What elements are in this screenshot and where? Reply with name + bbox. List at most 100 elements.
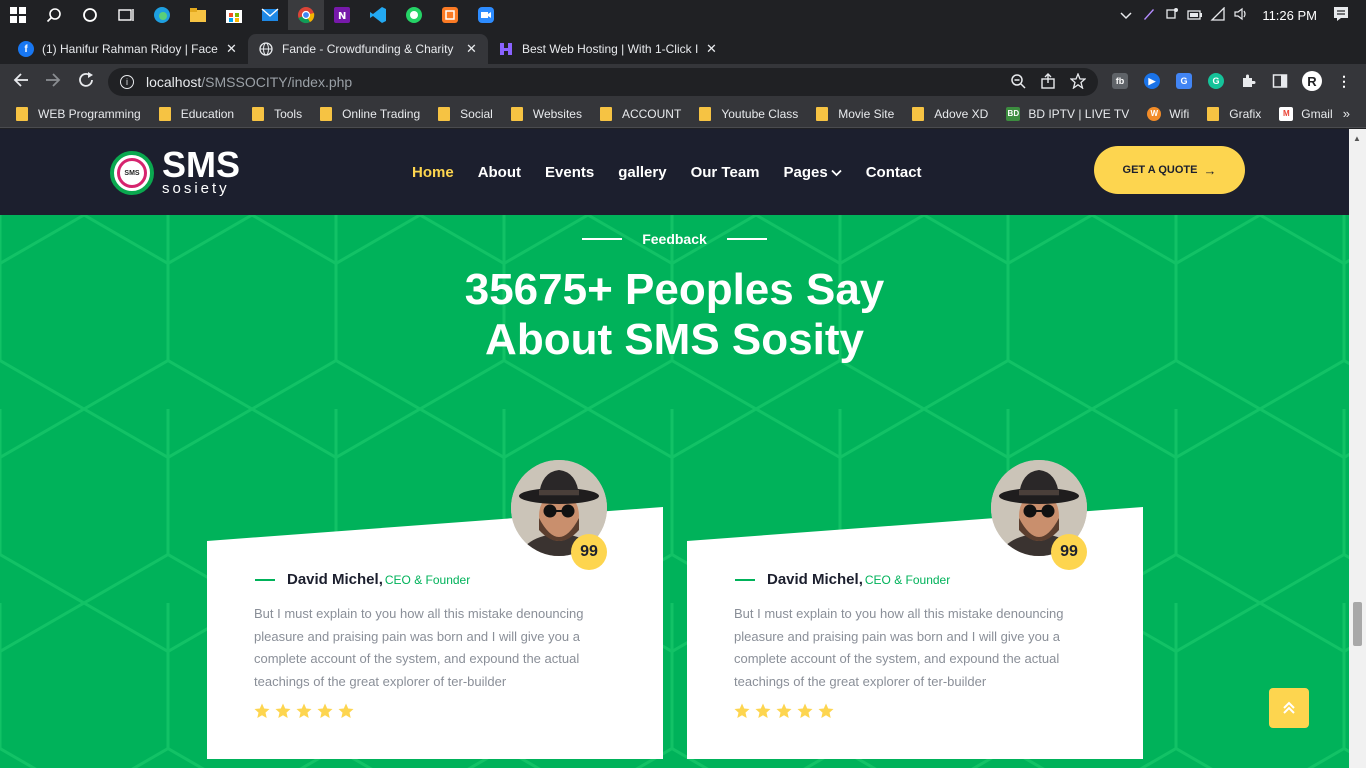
bookmark-movie-site[interactable]: Movie Site xyxy=(816,106,894,121)
bookmark-adove-xd[interactable]: Adove XD xyxy=(912,106,989,121)
bookmark-tools[interactable]: Tools xyxy=(252,106,302,121)
extensions-puzzle-icon[interactable] xyxy=(1240,73,1256,89)
battery-icon[interactable] xyxy=(1183,8,1206,23)
file-explorer-icon[interactable] xyxy=(180,0,216,30)
share-icon[interactable] xyxy=(1040,73,1056,92)
browser-tab-facebook[interactable]: f (1) Hanifur Rahman Ridoy | Faceb ✕ xyxy=(8,34,248,64)
nav-home[interactable]: Home xyxy=(412,164,454,181)
hostinger-icon xyxy=(498,41,514,57)
close-tab-icon[interactable]: ✕ xyxy=(226,41,237,57)
folder-icon xyxy=(16,106,28,121)
bookmark-web-programming[interactable]: WEB Programming xyxy=(16,106,141,121)
address-bar[interactable]: i localhost/SMSSOCITY/index.php xyxy=(108,68,1098,96)
store-icon[interactable] xyxy=(216,0,252,30)
star-icon xyxy=(776,703,792,718)
folder-icon xyxy=(158,106,171,121)
section-tag: Feedback xyxy=(0,231,1349,247)
browser-tab-strip: f (1) Hanifur Rahman Ridoy | Faceb ✕ Fan… xyxy=(0,30,1366,88)
scroll-up-icon[interactable]: ▲ xyxy=(1353,134,1361,143)
nav-our-team[interactable]: Our Team xyxy=(691,164,760,181)
zoom-icon[interactable] xyxy=(468,0,504,30)
folder-icon xyxy=(699,106,712,121)
browser-toolbar: i localhost/SMSSOCITY/index.php fb ▶ G G… xyxy=(0,64,1366,100)
notifications-icon[interactable] xyxy=(1329,6,1352,25)
bookmarks-overflow-icon[interactable]: » xyxy=(1343,106,1350,121)
search-icon[interactable] xyxy=(36,0,72,30)
system-tray: 11:26 PM xyxy=(1114,0,1366,30)
clock[interactable]: 11:26 PM xyxy=(1252,8,1329,23)
edge-icon[interactable] xyxy=(144,0,180,30)
section-subtitle: About SMS Sosity xyxy=(485,315,864,364)
close-tab-icon[interactable]: ✕ xyxy=(706,41,717,57)
close-tab-icon[interactable]: ✕ xyxy=(466,41,477,57)
page-scrollbar[interactable]: ▲ xyxy=(1349,129,1366,768)
cortana-icon[interactable] xyxy=(72,0,108,30)
nav-gallery[interactable]: gallery xyxy=(618,164,666,181)
back-icon[interactable] xyxy=(12,71,30,94)
zoom-icon[interactable] xyxy=(1010,73,1026,92)
bookmark-education[interactable]: Education xyxy=(158,106,235,121)
profile-avatar[interactable]: R xyxy=(1302,71,1322,91)
star-icon xyxy=(296,703,312,718)
testimonial-role: CEO & Founder xyxy=(864,572,951,587)
site-info-icon[interactable]: i xyxy=(120,75,134,89)
volume-icon[interactable] xyxy=(1229,7,1252,24)
browser-tab-fande[interactable]: Fande - Crowdfunding & Charity ✕ xyxy=(248,34,488,64)
nav-pages[interactable]: Pages xyxy=(784,164,842,181)
windows-taskbar: N 11:26 PM xyxy=(0,0,1366,30)
bookmark-account[interactable]: ACCOUNT xyxy=(599,106,681,121)
wifi-icon[interactable] xyxy=(1206,5,1229,24)
reload-icon[interactable] xyxy=(77,71,95,94)
bookmark-bd-iptv[interactable]: BD BD IPTV | LIVE TV xyxy=(1006,106,1129,121)
bookmark-star-icon[interactable] xyxy=(1069,72,1087,92)
back-to-top-button[interactable] xyxy=(1269,688,1309,728)
bookmark-label: Education xyxy=(180,106,235,121)
get-a-quote-button[interactable]: GET A QUOTE → xyxy=(1094,146,1245,194)
bookmark-gmail[interactable]: M Gmail xyxy=(1279,106,1333,121)
more-menu-icon[interactable]: ⋮ xyxy=(1336,73,1352,89)
chrome-icon[interactable] xyxy=(288,0,324,30)
extension-fb-icon[interactable]: fb xyxy=(1112,73,1128,89)
windows-start-icon[interactable] xyxy=(0,0,36,30)
rating-stars xyxy=(734,703,834,719)
mail-icon[interactable] xyxy=(252,0,288,30)
logo-emblem: SMS xyxy=(110,151,154,195)
chevron-up-icon[interactable] xyxy=(1114,8,1137,23)
tab-title: Best Web Hosting | With 1-Click I xyxy=(522,42,698,56)
star-icon xyxy=(797,703,813,718)
star-icon xyxy=(317,703,333,718)
task-view-icon[interactable] xyxy=(108,0,144,30)
folder-icon xyxy=(1207,106,1220,121)
testimonial-name: David Michel, xyxy=(767,571,863,588)
whatsapp-icon[interactable] xyxy=(396,0,432,30)
bookmark-label: Adove XD xyxy=(934,106,989,121)
bookmark-wifi[interactable]: W Wifi xyxy=(1147,106,1189,121)
logo-emblem-text: SMS xyxy=(124,169,140,177)
bookmark-youtube-class[interactable]: Youtube Class xyxy=(699,106,798,121)
grammarly-icon[interactable]: G xyxy=(1208,73,1224,89)
bookmark-grafix[interactable]: Grafix xyxy=(1207,106,1261,121)
nav-about[interactable]: About xyxy=(478,164,521,181)
nav-events[interactable]: Events xyxy=(545,164,594,181)
xampp-icon[interactable] xyxy=(432,0,468,30)
extension-play-icon[interactable]: ▶ xyxy=(1144,73,1160,89)
onenote-icon[interactable]: N xyxy=(324,0,360,30)
nav-contact[interactable]: Contact xyxy=(866,164,922,181)
google-translate-icon[interactable]: G xyxy=(1176,73,1192,89)
bookmark-websites[interactable]: Websites xyxy=(510,106,582,121)
side-panel-icon[interactable] xyxy=(1272,73,1288,89)
forward-icon[interactable] xyxy=(44,71,62,94)
vscode-icon[interactable] xyxy=(360,0,396,30)
bookmark-social[interactable]: Social xyxy=(438,106,493,121)
folder-icon xyxy=(252,106,265,121)
meet-now-icon[interactable] xyxy=(1160,7,1183,24)
browser-tab-hosting[interactable]: Best Web Hosting | With 1-Click I ✕ xyxy=(488,34,728,64)
scroll-thumb[interactable] xyxy=(1353,602,1362,646)
pen-icon[interactable] xyxy=(1137,7,1160,24)
bookmark-online-trading[interactable]: Online Trading xyxy=(320,106,420,121)
arrow-right-icon: → xyxy=(1203,162,1217,178)
name-dash xyxy=(735,578,755,581)
tag-line-left xyxy=(582,238,623,240)
site-logo[interactable]: SMS SMS sosiety xyxy=(110,147,240,197)
bookmark-label: WEB Programming xyxy=(38,106,141,121)
